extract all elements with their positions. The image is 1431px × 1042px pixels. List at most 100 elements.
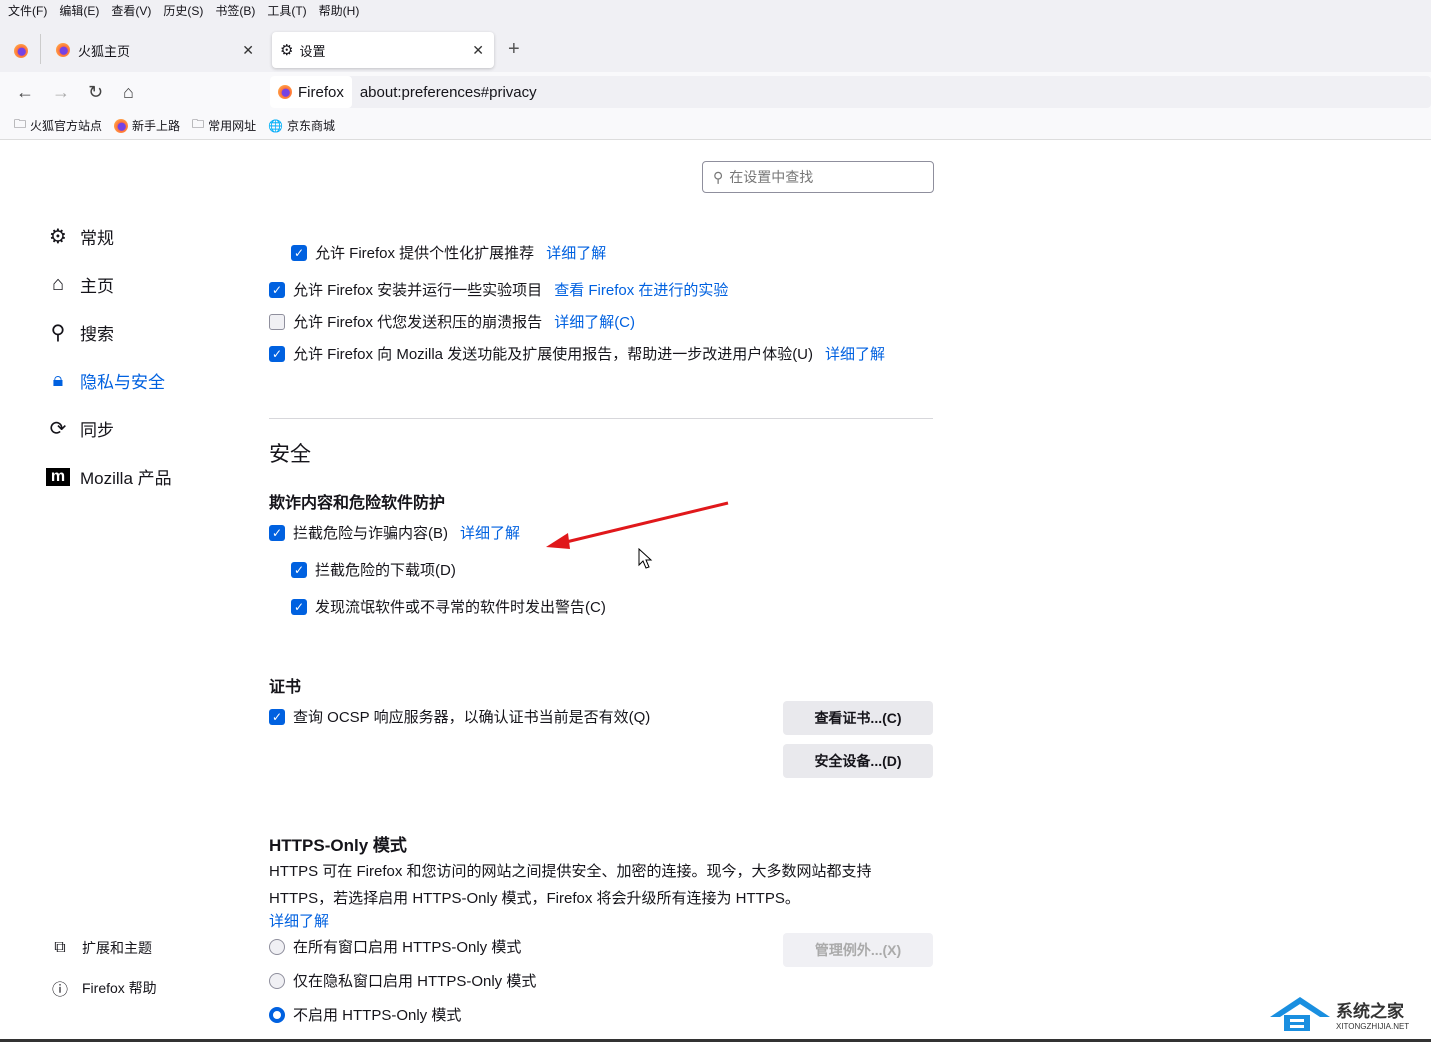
- checkbox-label: 允许 Firefox 向 Mozilla 发送功能及扩展使用报告，帮助进一步改进…: [293, 346, 814, 363]
- checkbox-label: 允许 Firefox 代您发送积压的崩溃报告: [293, 314, 543, 331]
- lock-icon: 🔒︎: [52, 369, 64, 391]
- radio-button-selected[interactable]: [269, 1006, 285, 1023]
- checkbox-studies[interactable]: ✓ 允许 Firefox 安装并运行一些实验项目 查看 Firefox 在进行的实验: [269, 279, 728, 300]
- checkbox-checked[interactable]: ✓: [291, 598, 307, 615]
- house-logo-icon: [1270, 997, 1330, 1031]
- search-icon: ⚲: [50, 322, 66, 344]
- sidebar-item-general[interactable]: ⚙ 常规: [46, 224, 114, 249]
- bookmark-folder[interactable]: 🗀 常用网址: [192, 115, 256, 136]
- watermark-subtitle: XITONGZHIJIA.NET: [1336, 1022, 1410, 1031]
- learn-more-link[interactable]: 详细了解: [546, 242, 606, 263]
- identity-label: Firefox: [298, 83, 344, 101]
- bookmarks-toolbar: 🗀 火狐官方站点 新手上路 🗀 常用网址 🌐 京东商城: [0, 112, 1431, 140]
- sidebar-item-home[interactable]: ⌂ 主页: [46, 272, 114, 297]
- https-description: HTTPS，若选择启用 HTTPS-Only 模式，Firefox 将会升级所有…: [269, 890, 800, 907]
- radio-label: 在所有窗口启用 HTTPS-Only 模式: [293, 939, 522, 956]
- menu-edit[interactable]: 编辑(E): [59, 2, 99, 19]
- checkbox-checked[interactable]: ✓: [269, 345, 285, 362]
- view-certificates-button[interactable]: 查看证书...(C): [783, 701, 933, 735]
- home-icon[interactable]: ⌂: [123, 82, 134, 103]
- sidebar-label: 隐私与安全: [80, 373, 165, 392]
- bookmark-label: 火狐官方站点: [30, 119, 103, 133]
- learn-more-link[interactable]: 详细了解: [269, 910, 329, 931]
- checkbox-crash-reports[interactable]: 允许 Firefox 代您发送积压的崩溃报告 详细了解(C): [269, 311, 635, 332]
- checkbox-extension-recommendations[interactable]: ✓ 允许 Firefox 提供个性化扩展推荐 详细了解: [291, 242, 606, 263]
- sidebar-item-mozilla[interactable]: m Mozilla 产品: [46, 464, 172, 489]
- url-text[interactable]: about:preferences#privacy: [360, 84, 537, 101]
- radio-https-all[interactable]: 在所有窗口启用 HTTPS-Only 模式: [269, 936, 521, 957]
- settings-search-input[interactable]: ⚲ 在设置中查找: [702, 161, 934, 193]
- sidebar-item-privacy[interactable]: 🔒︎ 隐私与安全: [46, 368, 165, 393]
- tab-home[interactable]: 火狐主页 ✕: [48, 32, 264, 68]
- globe-icon: 🌐: [268, 118, 284, 133]
- radio-https-private[interactable]: 仅在隐私窗口启用 HTTPS-Only 模式: [269, 970, 536, 991]
- checkbox-unwanted-software[interactable]: ✓ 发现流氓软件或不寻常的软件时发出警告(C): [291, 596, 606, 617]
- home-icon: ⌂: [51, 273, 65, 295]
- divider: [40, 34, 41, 64]
- bookmark-folder[interactable]: 🗀 火狐官方站点: [14, 115, 102, 136]
- sidebar-item-help[interactable]: ⓘ Firefox 帮助: [48, 976, 157, 1000]
- https-description: HTTPS 可在 Firefox 和您访问的网站之间提供安全、加密的连接。现今，…: [269, 863, 872, 880]
- checkbox-checked[interactable]: ✓: [291, 244, 307, 261]
- checkbox-checked[interactable]: ✓: [269, 708, 285, 725]
- checkbox-checked[interactable]: ✓: [291, 561, 307, 578]
- learn-more-link[interactable]: 详细了解(C): [554, 311, 635, 332]
- learn-more-link[interactable]: 详细了解: [825, 343, 885, 364]
- back-icon[interactable]: ←: [16, 82, 34, 103]
- checkbox-block-downloads[interactable]: ✓ 拦截危险的下载项(D): [291, 559, 456, 580]
- radio-label: 仅在隐私窗口启用 HTTPS-Only 模式: [293, 973, 537, 990]
- reload-icon[interactable]: ↻: [88, 82, 103, 103]
- subsection-title-phishing: 欺诈内容和危险软件防护: [269, 495, 446, 512]
- checkbox-label: 允许 Firefox 安装并运行一些实验项目: [293, 282, 543, 299]
- menu-file[interactable]: 文件(F): [8, 2, 47, 19]
- view-studies-link[interactable]: 查看 Firefox 在进行的实验: [554, 279, 728, 300]
- new-tab-icon[interactable]: +: [508, 38, 520, 61]
- red-arrow-annotation: [546, 501, 729, 549]
- folder-icon: 🗀: [192, 117, 205, 131]
- menu-help[interactable]: 帮助(H): [319, 2, 360, 19]
- checkbox-telemetry[interactable]: ✓ 允许 Firefox 向 Mozilla 发送功能及扩展使用报告，帮助进一步改…: [269, 343, 885, 364]
- bookmark[interactable]: 新手上路: [114, 117, 180, 134]
- sync-icon: ⟳: [49, 418, 67, 440]
- close-tab-icon[interactable]: ✕: [472, 42, 484, 59]
- gear-icon: ⚙: [280, 42, 294, 59]
- menu-tools[interactable]: 工具(T): [267, 2, 306, 19]
- menu-history[interactable]: 历史(S): [163, 2, 203, 19]
- tab-settings[interactable]: ⚙ 设置 ✕: [272, 32, 494, 68]
- security-devices-button[interactable]: 安全设备...(D): [783, 744, 933, 778]
- bookmark-label: 新手上路: [132, 119, 181, 133]
- subsection-title-certificates: 证书: [269, 679, 302, 696]
- sidebar-label: Mozilla 产品: [80, 469, 172, 488]
- sidebar-label: 扩展和主题: [82, 940, 152, 956]
- checkbox-unchecked[interactable]: [269, 313, 285, 330]
- url-bar[interactable]: Firefox about:preferences#privacy: [270, 76, 1431, 108]
- tab-strip: 火狐主页 ✕ ⚙ 设置 ✕ +: [0, 20, 1431, 72]
- radio-button[interactable]: [269, 938, 285, 955]
- radio-https-off[interactable]: 不启用 HTTPS-Only 模式: [269, 1004, 461, 1025]
- bookmark-label: 京东商城: [287, 119, 336, 133]
- checkbox-block-dangerous[interactable]: ✓ 拦截危险与诈骗内容(B) 详细了解: [269, 522, 520, 543]
- checkbox-ocsp[interactable]: ✓ 查询 OCSP 响应服务器，以确认证书当前是否有效(Q): [269, 706, 650, 727]
- bookmark[interactable]: 🌐 京东商城: [268, 117, 335, 134]
- checkbox-checked[interactable]: ✓: [269, 524, 285, 541]
- subsection-title-https-only: HTTPS-Only 模式: [269, 836, 407, 855]
- checkbox-checked[interactable]: ✓: [269, 281, 285, 298]
- menu-view[interactable]: 查看(V): [111, 2, 151, 19]
- close-tab-icon[interactable]: ✕: [242, 42, 254, 59]
- watermark-title: 系统之家: [1336, 1002, 1404, 1021]
- watermark-logo: 系统之家 XITONGZHIJIA.NET: [1268, 992, 1431, 1036]
- manage-exceptions-button[interactable]: 管理例外...(X): [783, 933, 933, 967]
- learn-more-link[interactable]: 详细了解: [460, 522, 520, 543]
- firefox-view-icon[interactable]: [14, 44, 28, 58]
- sidebar-item-sync[interactable]: ⟳ 同步: [46, 416, 114, 441]
- checkbox-label: 查询 OCSP 响应服务器，以确认证书当前是否有效(Q): [293, 709, 651, 726]
- identity-box[interactable]: Firefox: [270, 76, 352, 108]
- menu-bookmarks[interactable]: 书签(B): [215, 2, 255, 19]
- forward-icon[interactable]: →: [52, 82, 70, 103]
- firefox-icon: [114, 118, 129, 133]
- radio-button[interactable]: [269, 972, 285, 989]
- sidebar-item-search[interactable]: ⚲ 搜索: [46, 320, 114, 345]
- sidebar-item-addons[interactable]: ⧉ 扩展和主题: [48, 938, 152, 958]
- checkbox-label: 拦截危险的下载项(D): [315, 562, 456, 579]
- sidebar-label: 主页: [80, 277, 114, 296]
